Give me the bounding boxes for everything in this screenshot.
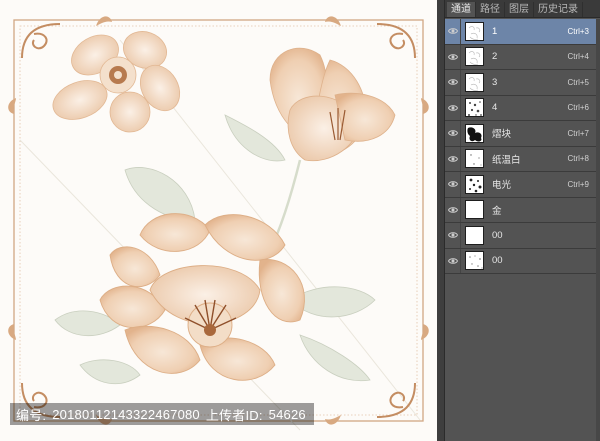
- channel-row[interactable]: 00: [445, 248, 600, 274]
- watermark-uploader-label: 上传者ID:: [205, 407, 263, 423]
- floral-artwork: [8, 16, 429, 431]
- channel-name: 3: [492, 76, 498, 88]
- channel-name: 金: [492, 205, 502, 217]
- channel-name: 纸温白: [492, 154, 521, 166]
- visibility-eye-icon[interactable]: [445, 172, 461, 197]
- channel-shortcut: Ctrl+8: [567, 154, 589, 164]
- watermark-banner: 编号: 20180112143322467080 上传者ID: 54626: [10, 403, 314, 425]
- channel-list: 1 Ctrl+3 2 Ctrl+4 3 Ctrl+5 4 Ctrl+6 熠块 Ctrl+7 纸温白 C…: [445, 19, 600, 274]
- visibility-eye-icon[interactable]: [445, 121, 461, 146]
- tab-channels[interactable]: 通道: [447, 2, 476, 17]
- channel-shortcut: Ctrl+3: [567, 26, 589, 36]
- channel-name: 2: [492, 51, 498, 63]
- visibility-eye-icon[interactable]: [445, 19, 461, 44]
- channel-thumbnail: [465, 123, 484, 143]
- artwork-canvas[interactable]: 编号: 20180112143322467080 上传者ID: 54626: [0, 0, 437, 441]
- channel-name: 4: [492, 102, 498, 114]
- channel-row[interactable]: 00: [445, 223, 600, 249]
- visibility-eye-icon[interactable]: [445, 248, 461, 273]
- channel-row[interactable]: 2 Ctrl+4: [445, 44, 600, 70]
- channel-name: 熠块: [492, 129, 512, 141]
- channel-row[interactable]: 电光 Ctrl+9: [445, 172, 600, 198]
- channels-panel: 通道 路径 图层 历史记录 1 Ctrl+3 2 Ctrl+4 3 Ctrl+5 4 Ctrl…: [444, 0, 600, 441]
- visibility-eye-icon[interactable]: [445, 146, 461, 171]
- channel-shortcut: Ctrl+7: [567, 128, 589, 138]
- canvas-vertical-scrollbar[interactable]: [437, 0, 444, 441]
- channel-thumbnail: [465, 200, 484, 220]
- watermark-uploader-value: 54626: [268, 406, 306, 422]
- tulip-flower: [269, 47, 396, 162]
- channel-row[interactable]: 1 Ctrl+3: [445, 19, 600, 45]
- channel-row[interactable]: 3 Ctrl+5: [445, 70, 600, 96]
- channel-shortcut: Ctrl+6: [567, 103, 589, 113]
- channel-name: 00: [492, 229, 503, 241]
- small-flower: [52, 31, 181, 133]
- channel-row[interactable]: 金: [445, 197, 600, 223]
- channel-thumbnail: [465, 149, 484, 169]
- large-flower: [99, 213, 305, 381]
- channel-thumbnail: [465, 174, 484, 194]
- visibility-eye-icon[interactable]: [445, 44, 461, 69]
- channel-shortcut: Ctrl+9: [567, 179, 589, 189]
- channel-thumbnail: [465, 251, 484, 271]
- tab-paths[interactable]: 路径: [476, 2, 505, 17]
- channel-shortcut: Ctrl+4: [567, 52, 589, 62]
- photoshop-window: 编号: 20180112143322467080 上传者ID: 54626 通道…: [0, 0, 600, 441]
- watermark-id-value: 20180112143322467080: [52, 406, 200, 422]
- channel-thumbnail: [465, 98, 484, 118]
- document-canvas-area[interactable]: 编号: 20180112143322467080 上传者ID: 54626: [0, 0, 444, 441]
- channel-thumbnail: [465, 72, 484, 92]
- channel-row[interactable]: 纸温白 Ctrl+8: [445, 146, 600, 172]
- panel-scrollbar[interactable]: [596, 19, 600, 441]
- watermark-id-label: 编号:: [16, 407, 47, 423]
- visibility-eye-icon[interactable]: [445, 197, 461, 222]
- tab-layers[interactable]: 图层: [505, 2, 534, 17]
- channel-name: 1: [492, 25, 498, 37]
- channel-shortcut: Ctrl+5: [567, 77, 589, 87]
- visibility-eye-icon[interactable]: [445, 95, 461, 120]
- visibility-eye-icon[interactable]: [445, 223, 461, 248]
- tab-history[interactable]: 历史记录: [534, 2, 583, 17]
- channel-thumbnail: [465, 21, 484, 41]
- channel-thumbnail: [465, 225, 484, 245]
- panel-tab-bar: 通道 路径 图层 历史记录: [445, 0, 600, 18]
- channel-row[interactable]: 4 Ctrl+6: [445, 95, 600, 121]
- channel-thumbnail: [465, 47, 484, 67]
- visibility-eye-icon[interactable]: [445, 70, 461, 95]
- channel-name: 电光: [492, 180, 512, 192]
- channel-name: 00: [492, 255, 503, 267]
- channel-row[interactable]: 熠块 Ctrl+7: [445, 121, 600, 147]
